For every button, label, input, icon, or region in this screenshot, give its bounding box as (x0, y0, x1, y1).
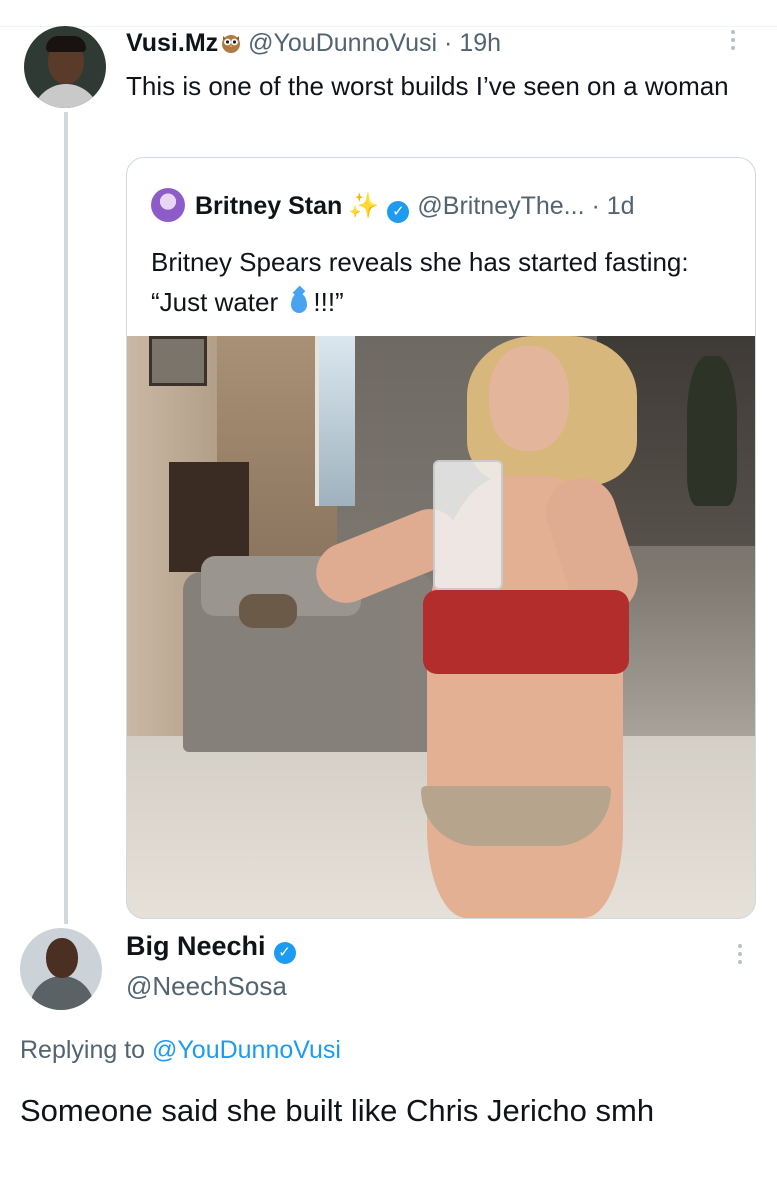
quote-author-handle[interactable]: @BritneyThe... (417, 192, 584, 220)
more-options-icon[interactable] (729, 30, 737, 56)
replying-to: Replying to @YouDunnoVusi (20, 1034, 341, 1066)
quote-text: Britney Spears reveals she has started f… (151, 242, 731, 322)
droplet-icon (291, 293, 308, 313)
quote-header: Britney Stan ✨ ✓ @BritneyThe... · 1d (151, 188, 635, 223)
quote-avatar[interactable] (151, 188, 185, 222)
replying-to-handle-link[interactable]: @YouDunnoVusi (152, 1036, 341, 1064)
timestamp[interactable]: 19h (459, 29, 501, 57)
verified-badge-icon: ✓ (387, 201, 410, 223)
quote-text-end: !!!” (313, 287, 344, 317)
quote-media-image[interactable] (127, 336, 755, 918)
reply-text: Someone said she built like Chris Jerich… (20, 1093, 655, 1128)
reply-avatar[interactable] (20, 928, 102, 1010)
top-divider (0, 26, 777, 27)
quoted-tweet-card[interactable]: Britney Stan ✨ ✓ @BritneyThe... · 1d Britne… (126, 157, 756, 919)
author-name[interactable]: Vusi.Mz (126, 29, 218, 57)
reply-author-handle[interactable]: @NeechSosa (126, 970, 287, 1002)
tweet-text: This is one of the worst builds I’ve see… (126, 71, 729, 101)
separator-dot: · (591, 192, 600, 220)
replying-to-label: Replying to (20, 1036, 146, 1064)
owl-emoji-icon (222, 35, 241, 53)
quote-timestamp[interactable]: 1d (607, 192, 635, 220)
thread-line (64, 112, 68, 924)
quote-text-main: Britney Spears reveals she has started f… (151, 247, 689, 317)
sparkles-icon: ✨ (348, 192, 380, 220)
author-handle[interactable]: @YouDunnoVusi (248, 29, 437, 57)
more-options-icon[interactable] (736, 944, 744, 974)
reply-header: Big Neechi ✓ (126, 930, 304, 964)
tweet-header: Vusi.Mz @YouDunnoVusi · 19h (126, 28, 501, 58)
separator-dot: · (444, 29, 453, 57)
avatar[interactable] (24, 26, 106, 108)
verified-badge-icon: ✓ (273, 942, 296, 964)
quote-author-name[interactable]: Britney Stan (195, 192, 342, 220)
reply-author-name[interactable]: Big Neechi (126, 931, 266, 961)
